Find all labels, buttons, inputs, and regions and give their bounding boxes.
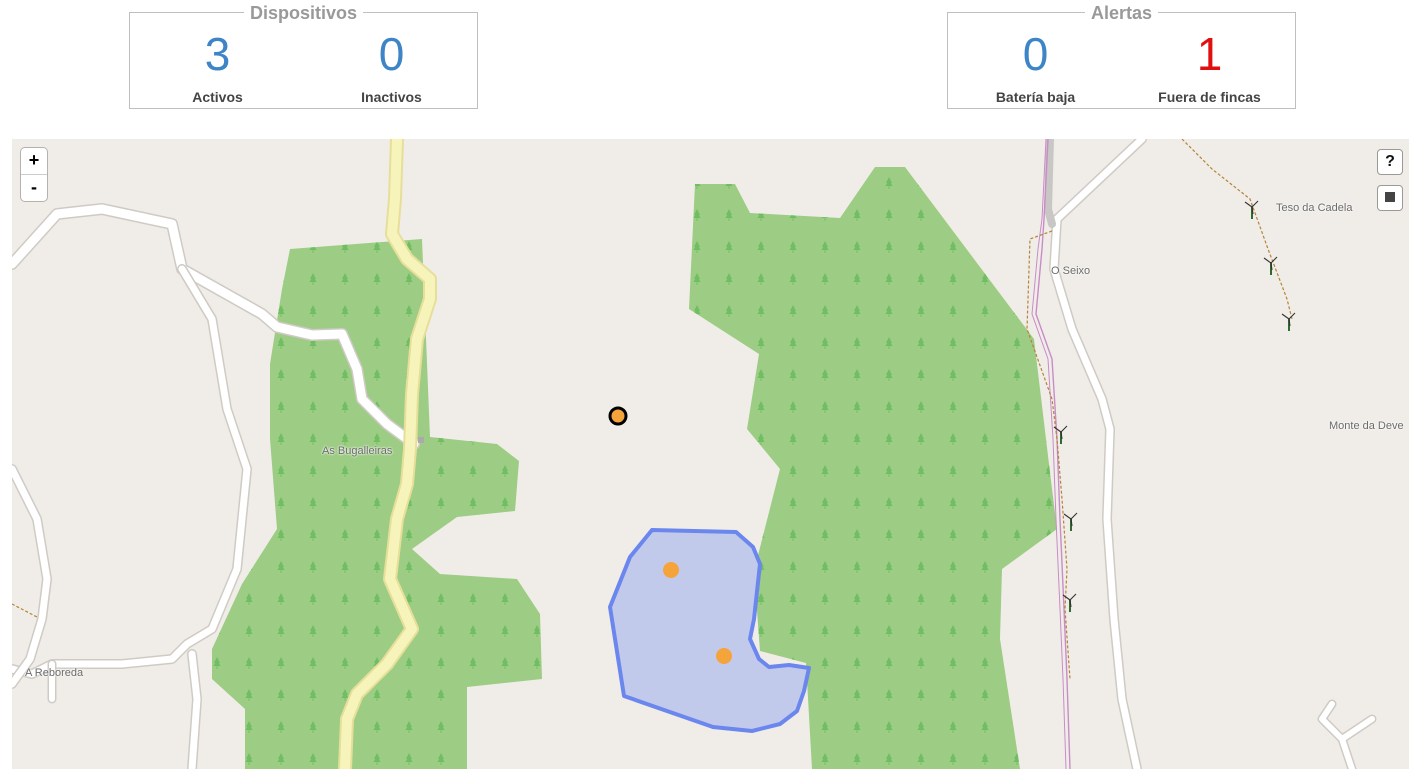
place-label-a-reboreda: A Reboreda [25,667,84,679]
inactive-devices-stat: 0 Inactivos [304,31,479,105]
zoom-out-button[interactable]: - [21,174,47,201]
place-label-teso-da-cadela: Teso da Cadela [1276,202,1353,214]
active-devices-count: 3 [204,28,231,80]
low-battery-stat: 0 Batería baja [948,31,1123,105]
outside-farms-count: 1 [1196,28,1223,80]
active-devices-label: Activos [192,89,243,105]
inactive-devices-label: Inactivos [361,89,422,105]
building-marker [418,437,424,443]
map-view[interactable]: As Bugalleiras O Seixo Teso da Cadela Mo… [12,139,1409,769]
active-devices-stat: 3 Activos [130,31,305,105]
device-marker[interactable] [663,562,679,578]
low-battery-count: 0 [1022,28,1049,80]
devices-panel-title: Dispositivos [243,3,364,23]
alerts-panel-title: Alertas [1084,3,1159,23]
outside-farms-label: Fuera de fincas [1158,89,1261,105]
alerts-panel: Alertas 0 Batería baja 1 Fuera de fincas [947,3,1297,109]
stop-square-icon [1385,191,1395,202]
place-label-o-seixo: O Seixo [1051,265,1091,277]
place-label-monte-da-deve: Monte da Deve [1329,420,1404,432]
zoom-control: + - [21,148,47,201]
wind-turbine-icons [1053,200,1296,612]
map-tiles [12,139,1377,769]
inactive-devices-count: 0 [378,28,405,80]
help-button[interactable]: ? [1378,150,1402,174]
low-battery-label: Batería baja [995,89,1076,105]
outside-farms-stat: 1 Fuera de fincas [1122,31,1297,105]
stop-button[interactable] [1378,186,1402,210]
zoom-in-button[interactable]: + [21,148,47,174]
device-marker-alert[interactable] [608,406,628,426]
place-label-as-bugalleiras: As Bugalleiras [322,445,393,457]
device-marker[interactable] [716,648,732,664]
devices-panel: Dispositivos 3 Activos 0 Inactivos [129,3,479,109]
